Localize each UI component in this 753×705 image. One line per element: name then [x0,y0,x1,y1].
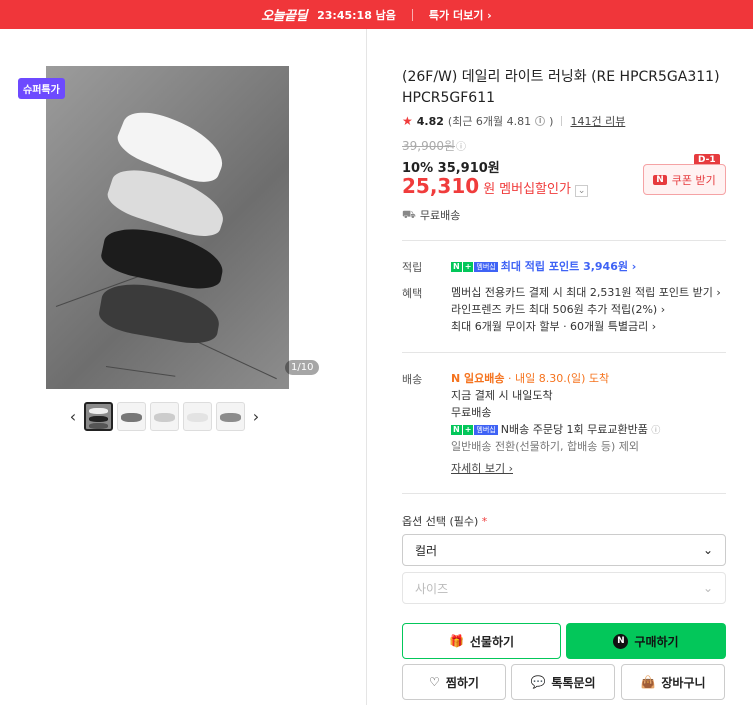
naver-pay-icon: N [613,633,629,649]
coupon-button[interactable]: N 쿠폰 받기 [643,164,726,195]
benefit-line[interactable]: 멤버십 전용카드 결제 시 최대 2,531원 적립 포인트 받기 › [451,284,721,300]
arrival-date: · 내일 8.30.(일) 도착 [504,372,610,385]
coupon-label: 쿠폰 받기 [671,173,716,187]
thumbnail[interactable] [150,402,179,431]
price-info-icon[interactable]: ⓘ [456,138,466,153]
promo-more-link[interactable]: 특가 더보기 › [429,7,492,23]
delivery-line: 지금 결제 시 내일도착 [451,389,553,402]
rating-recent: (최근 6개월 4.81 [447,115,532,128]
section-divider [402,493,726,494]
points-row[interactable]: N + 멤버십 최대 적립 포인트 3,946원 › [451,258,636,274]
grey-shoe [96,277,224,349]
member-price: 25,310 [402,174,480,198]
column-divider [366,29,367,705]
chevron-down-icon: ⌄ [702,543,713,557]
delivery-details-link[interactable]: 자세히 보기 › [451,460,513,476]
size-select[interactable]: 사이즈 ⌄ [402,572,726,604]
chat-bubble-icon: 💬 [530,675,546,689]
buy-button[interactable]: N 구매하기 [566,623,726,659]
heart-icon: ♡ [429,675,440,689]
promo-divider [411,8,413,21]
free-shipping-label: 무료배송 [419,209,461,222]
naver-n-icon: N [653,174,667,185]
color-select-value: 컬러 [415,543,438,558]
required-mark: * [481,515,488,528]
benefit-line[interactable]: 최대 6개월 무이자 할부 · 60개월 특별금리 › [451,318,656,334]
thumbnail[interactable] [84,402,113,431]
gift-button-label: 선물하기 [469,634,515,649]
benefits-label: 혜택 [402,287,423,300]
wishlist-button-label: 찜하기 [445,675,479,690]
prev-image-arrow-icon[interactable]: ‹ [66,403,80,431]
points-label: 적립 [402,261,423,274]
size-select-value: 사이즈 [415,581,449,596]
chevron-down-icon: ⌄ [702,581,713,595]
wishlist-button[interactable]: ♡ 찜하기 [402,664,506,700]
next-image-arrow-icon[interactable]: › [249,403,263,431]
max-points-text: 최대 적립 포인트 3,946원 › [500,260,637,273]
thumbnail-strip: ‹ › [66,402,263,431]
product-main-image[interactable] [46,66,289,389]
rating-recent-close: ) [549,114,554,128]
info-icon[interactable]: ⓘ [651,426,660,436]
review-count-link[interactable]: 141건 리뷰 [570,113,625,129]
free-return-text: N배송 주문당 1회 무료교환반품 [500,423,648,436]
gift-icon: 🎁 [448,634,464,648]
naver-plus-membership-icon: N + 멤버십 [451,262,498,272]
info-icon[interactable]: i [535,116,546,126]
delivery-eta: N 일요배송 · 내일 8.30.(일) 도착 [451,370,609,386]
rating-row: ★ 4.82 (최근 6개월 4.81 i) 141건 리뷰 [402,113,625,129]
buy-button-label: 구매하기 [634,634,679,649]
star-icon: ★ [402,114,413,128]
original-price: 39,900원 [402,139,456,153]
image-counter: 1/10 [285,360,320,375]
talk-inquiry-label: 톡톡문의 [551,675,596,690]
color-select[interactable]: 컬러 ⌄ [402,534,726,566]
member-price-row: 25,310 원 멤버십할인가 ⌄ [402,174,589,198]
talk-inquiry-button[interactable]: 💬 톡톡문의 [511,664,615,700]
product-title: (26F/W) 데일리 라이트 러닝화 (RE HPCR5GA311) HPCR… [402,69,720,106]
naver-plus-membership-icon: N + 멤버십 [451,425,498,435]
shopping-bag-icon: 👜 [640,675,656,689]
promo-timer: 23:45:18 남음 [317,8,396,22]
rating-separator [561,116,563,126]
member-price-label: 멤버십할인가 [499,182,571,197]
truck-icon: ⛟ [402,207,416,221]
cart-button[interactable]: 👜 장바구니 [621,664,725,700]
section-divider [402,352,726,353]
crack-line [105,366,176,377]
section-divider [402,240,726,241]
super-deal-badge: 슈퍼특가 [18,78,65,99]
gift-button[interactable]: 🎁 선물하기 [402,623,561,659]
free-shipping-row: ⛟ 무료배송 [402,207,460,223]
sunday-delivery-tag: N 일요배송 [451,372,505,385]
delivery-return-row: N + 멤버십 N배송 주문당 1회 무료교환반품 ⓘ [451,421,660,437]
cart-button-label: 장바구니 [661,675,706,690]
thumbnail[interactable] [216,402,245,431]
promo-bar: 오늘끝딜 23:45:18 남음 특가 더보기 › [0,0,753,29]
option-label: 옵션 선택 (필수) * [402,515,488,528]
delivery-exclusion: 일반배송 전환(선물하기, 합배송 등) 제외 [451,440,639,453]
promo-brand: 오늘끝딜 [261,9,308,24]
delivery-line: 무료배송 [451,406,492,419]
chevron-down-icon[interactable]: ⌄ [574,185,589,197]
member-price-unit: 원 [483,182,496,197]
benefit-line[interactable]: 라인프렌즈 카드 최대 506원 추가 적립(2%) › [451,301,665,317]
rating-score: 4.82 [416,114,444,128]
thumbnail[interactable] [183,402,212,431]
thumbnail[interactable] [117,402,146,431]
delivery-label: 배송 [402,373,423,386]
